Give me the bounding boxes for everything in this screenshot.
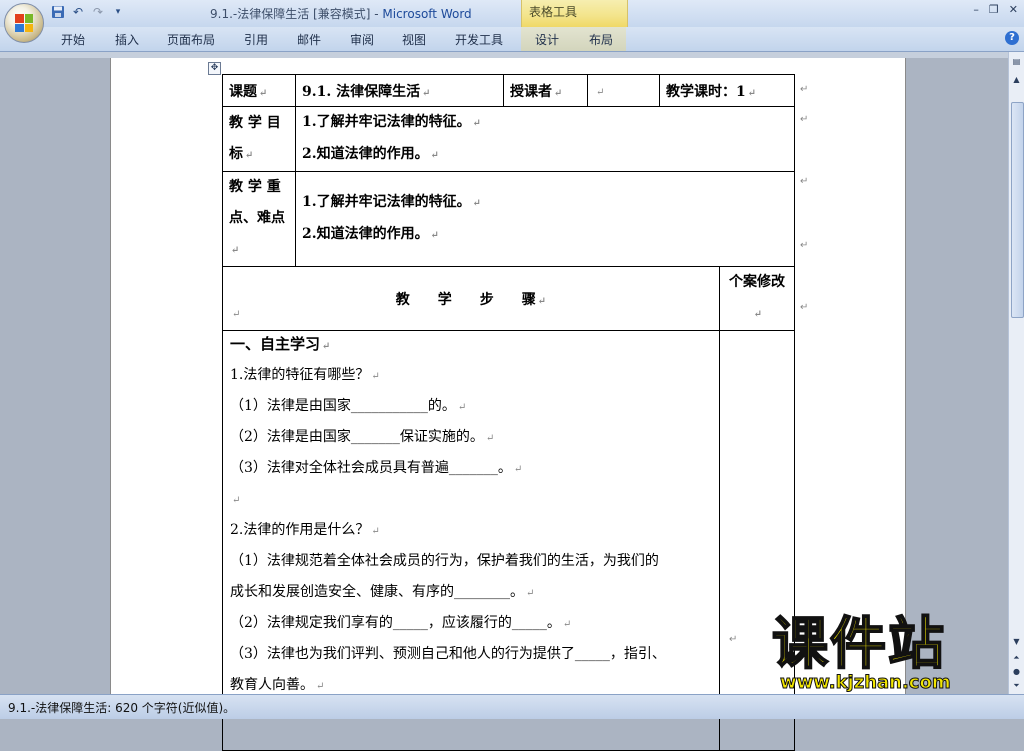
answer-text: （3）法律也为我们评判、预测自己和他人的行为提供了_____，指引、	[230, 646, 666, 662]
undo-icon[interactable]: ↶	[70, 4, 86, 20]
answer-text: （3）法律对全体社会成员具有普遍_______。	[230, 460, 512, 476]
keys-cell[interactable]: 1.了解并牢记法律的特征。 ↵ 2.知道法律的作用。 ↵	[295, 171, 795, 267]
answer-text: （1）法律是由国家___________的。	[230, 398, 456, 414]
window-controls: – ❐ ✕	[973, 3, 1018, 16]
scroll-down-icon[interactable]: ▼	[1011, 636, 1022, 647]
key-label-cell[interactable]: 教 学 重 点、难点↵	[222, 171, 296, 267]
steps-content: ↵ 一、自主学习 ↵ 1.法律的特征有哪些？ ↵ （1）法律是由国家________…	[230, 298, 718, 701]
table-move-handle-icon[interactable]: ✥	[208, 62, 221, 75]
office-logo-icon	[15, 14, 33, 32]
answer-text: 教育人向善。	[230, 677, 314, 693]
answer-line: （3）法律对全体社会成员具有普遍_______。 ↵	[230, 460, 523, 476]
minimize-button[interactable]: –	[973, 3, 979, 16]
key-item-text: 1.了解并牢记法律的特征。	[302, 194, 471, 210]
section-heading-text: 一、自主学习	[230, 335, 321, 353]
tab-review[interactable]: 审阅	[350, 31, 374, 48]
table-tools-context-group: 表格工具	[521, 0, 628, 27]
key-item-text: 2.知道法律的作用。	[302, 226, 429, 242]
title-separator: -	[370, 7, 383, 21]
question-line: 2.法律的作用是什么？ ↵	[230, 522, 380, 538]
help-icon[interactable]: ?	[1005, 31, 1019, 45]
revision-header: 个案修改	[729, 274, 785, 290]
end-of-row-mark: ↵	[800, 84, 809, 95]
context-group-label: 表格工具	[529, 5, 578, 19]
quick-access-toolbar: ↶ ↷ ▾	[50, 4, 126, 20]
answer-line: （1）法律规范着全体社会成员的行为，保护着我们的生活，为我们的	[230, 546, 718, 577]
tab-insert[interactable]: 插入	[115, 31, 139, 48]
key-label: 教 学 重 点、难点	[229, 179, 285, 226]
topic-label: 课题	[229, 83, 257, 100]
hours-label: 教学课时：1	[666, 83, 746, 100]
teacher-value-cell[interactable]: ↵	[587, 74, 660, 107]
cell-end-mark: ↵	[729, 634, 738, 645]
ribbon-tab-row	[0, 27, 1024, 52]
status-bar: 9.1.-法律保障生活: 620 个字符(近似值)。	[0, 694, 1024, 719]
teacher-label-cell[interactable]: 授课者 ↵	[503, 74, 588, 107]
tab-view[interactable]: 视图	[402, 31, 426, 48]
empty-paragraph: ↵	[232, 495, 241, 506]
window-title: 9.1.-法律保障生活 [兼容模式] - Microsoft Word	[210, 5, 472, 22]
watermark-url: www.kjzhan.com	[780, 672, 952, 694]
answer-line: （2）法律规定我们享有的_____，应该履行的_____。 ↵	[230, 615, 572, 631]
goal-label: 教 学 目 标	[229, 114, 281, 162]
revision-header-cell[interactable]: 个案修改↵	[719, 266, 795, 331]
goals-cell[interactable]: 1.了解并牢记法律的特征。 ↵ 2.知道法律的作用。 ↵	[295, 106, 795, 172]
tab-references[interactable]: 引用	[244, 31, 268, 48]
goal-item-text: 2.知道法律的作用。	[302, 146, 429, 162]
tab-layout[interactable]: 布局	[589, 31, 613, 48]
tab-design[interactable]: 设计	[535, 31, 559, 48]
redo-icon[interactable]: ↷	[90, 4, 106, 20]
teacher-label: 授课者	[510, 83, 552, 100]
close-button[interactable]: ✕	[1009, 3, 1018, 16]
end-of-row-mark: ↵	[800, 114, 809, 125]
app-name: Microsoft Word	[382, 7, 472, 21]
answer-line: （2）法律是由国家_______保证实施的。 ↵	[230, 429, 495, 445]
scroll-up-icon[interactable]: ▲	[1011, 74, 1022, 85]
topic-value-cell[interactable]: 9.1. 法律保障生活 ↵	[295, 74, 504, 107]
previous-page-icon[interactable]: ⏶	[1011, 652, 1022, 663]
browse-object-icon[interactable]: ●	[1011, 666, 1022, 677]
question-text: 2.法律的作用是什么？	[230, 522, 370, 538]
section-heading: 一、自主学习 ↵	[230, 335, 331, 353]
question-text: 1.法律的特征有哪些？	[230, 367, 370, 383]
answer-text: （2）法律是由国家_______保证实施的。	[230, 429, 484, 445]
status-text[interactable]: 9.1.-法律保障生活: 620 个字符(近似值)。	[8, 699, 235, 716]
tab-page-layout[interactable]: 页面布局	[167, 31, 215, 48]
next-page-icon[interactable]: ⏷	[1011, 680, 1022, 691]
document-title: 9.1.-法律保障生活 [兼容模式]	[210, 7, 371, 21]
hours-cell[interactable]: 教学课时：1 ↵	[659, 74, 795, 107]
question-line: 1.法律的特征有哪些？ ↵	[230, 367, 380, 383]
restore-button[interactable]: ❐	[989, 3, 999, 16]
goal-item: 1.了解并牢记法律的特征。 ↵	[302, 114, 482, 130]
goal-item-text: 1.了解并牢记法律的特征。	[302, 114, 471, 130]
tab-home[interactable]: 开始	[61, 31, 85, 48]
site-watermark: 课件站 www.kjzhan.com	[771, 612, 1008, 694]
save-icon[interactable]	[50, 4, 66, 20]
empty-paragraph: ↵	[232, 309, 241, 320]
end-of-row-mark: ↵	[800, 176, 809, 187]
answer-text: 成长和发展创造安全、健康、有序的________。	[230, 584, 524, 600]
key-item: 2.知道法律的作用。 ↵	[302, 226, 440, 242]
key-item: 1.了解并牢记法律的特征。 ↵	[302, 194, 482, 210]
topic-label-cell[interactable]: 课题 ↵	[222, 74, 296, 107]
answer-text: （1）法律规范着全体社会成员的行为，保护着我们的生活，为我们的	[230, 553, 659, 569]
answer-text: （2）法律规定我们享有的_____，应该履行的_____。	[230, 615, 561, 631]
office-button[interactable]	[4, 3, 44, 43]
goal-item: 2.知道法律的作用。 ↵	[302, 146, 440, 162]
answer-line: 成长和发展创造安全、健康、有序的________。 ↵	[230, 584, 535, 600]
scrollbar-thumb[interactable]	[1011, 102, 1024, 318]
ruler-toggle-icon[interactable]: ▤	[1011, 56, 1022, 67]
customize-icon[interactable]: ▾	[110, 4, 126, 20]
title-bar: ↶ ↷ ▾ 表格工具 9.1.-法律保障生活 [兼容模式] - Microsof…	[0, 0, 1024, 27]
answer-line: （1）法律是由国家___________的。 ↵	[230, 398, 467, 414]
answer-line: （3）法律也为我们评判、预测自己和他人的行为提供了_____，指引、	[230, 639, 718, 670]
end-of-row-mark: ↵	[800, 240, 809, 251]
tab-mailings[interactable]: 邮件	[297, 31, 321, 48]
watermark-title: 课件站	[771, 612, 946, 677]
topic-value: 9.1. 法律保障生活	[302, 83, 421, 100]
end-of-row-mark: ↵	[800, 302, 809, 313]
goal-label-cell[interactable]: 教 学 目 标 ↵	[222, 106, 296, 172]
vertical-scrollbar[interactable]: ▤ ▲ ▼ ⏶ ● ⏷	[1008, 52, 1024, 694]
tab-developer[interactable]: 开发工具	[455, 31, 503, 48]
